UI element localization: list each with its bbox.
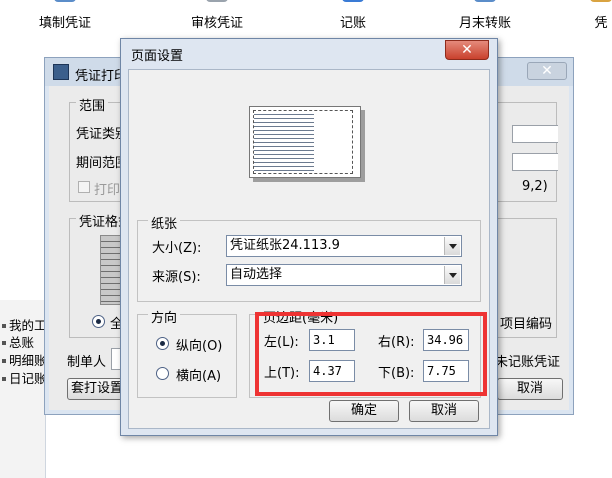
page-preview [249, 106, 361, 178]
paper-legend: 纸张 [148, 213, 181, 232]
paper-size-value: 凭证纸张24.113.9 [230, 238, 340, 253]
orientation-group: 方向 纵向(O) 横向(A) [137, 307, 237, 398]
paper-group: 纸张 大小(Z): 凭证纸张24.113.9 来源(S): 自动选择 [137, 213, 481, 302]
audit-voucher-icon [206, 0, 228, 2]
orientation-legend: 方向 [148, 307, 181, 326]
left-margin-label: 左(L): [264, 335, 299, 350]
top-margin-label: 上(T): [264, 366, 300, 381]
preparer-label: 制单人 [67, 355, 107, 370]
paper-size-select[interactable]: 凭证纸张24.113.9 [226, 235, 462, 257]
period-paren-text: 9,2) [522, 179, 548, 194]
toolbar-post-label: 记账 [339, 16, 366, 31]
close-icon[interactable]: ✕ [445, 40, 489, 60]
paper-source-value: 自动选择 [230, 267, 283, 282]
nav-item-general-ledger[interactable]: 总账 [0, 332, 46, 350]
chevron-down-icon[interactable] [444, 266, 460, 284]
period-range-field[interactable] [512, 153, 558, 171]
range-legend: 范围 [76, 95, 109, 114]
toolbar-month-end-transfer[interactable]: 月末转账 [448, 0, 522, 34]
ok-button[interactable]: 确定 [329, 400, 399, 422]
template-settings-button[interactable]: 套打设置 [67, 378, 127, 400]
page-setup-dialog: 页面设置 ✕ 纸张 大小(Z): 凭证纸张24.113.9 来源(S): 自动选… [120, 38, 498, 436]
post-icon [342, 0, 364, 2]
bullet-icon [2, 358, 6, 363]
paper-source-select[interactable]: 自动选择 [226, 264, 462, 286]
toolbar-voucher[interactable]: 凭 [590, 0, 612, 34]
nav-item-my-work[interactable]: 我的工 [0, 315, 46, 333]
source-label: 来源(S): [152, 270, 201, 285]
bullet-icon [2, 323, 6, 328]
margins-highlight [255, 312, 487, 396]
main-toolbar: 填制凭证 审核凭证 记账 月末转账 凭 [0, 0, 612, 34]
top-margin-input[interactable]: 4.37 [309, 360, 355, 382]
left-margin-input[interactable]: 3.1 [309, 329, 355, 351]
nav-item-journal[interactable]: 日记账 [0, 368, 46, 386]
landscape-label: 横向(A) [176, 369, 222, 384]
preview-text-lines-icon [253, 110, 353, 174]
month-end-transfer-icon [474, 0, 496, 2]
bg-cancel-button[interactable]: 取消 [497, 378, 563, 400]
voucher-icon [590, 0, 612, 2]
chevron-down-icon[interactable] [444, 237, 460, 255]
unposted-label: 未记账凭证 [495, 355, 561, 370]
print-checkbox-label: 打印 [94, 183, 121, 198]
bottom-margin-input[interactable]: 7.75 [423, 360, 469, 382]
toolbar-fill-voucher-label: 填制凭证 [38, 16, 91, 31]
landscape-radio[interactable] [156, 367, 169, 380]
close-icon[interactable]: ✕ [527, 62, 567, 80]
item-code-label: 项目编码 [500, 317, 553, 332]
right-margin-label: 右(R): [378, 335, 415, 350]
nav-item-detail-ledger[interactable]: 明细账 [0, 350, 46, 368]
portrait-label: 纵向(O) [176, 339, 223, 354]
fill-voucher-icon [54, 0, 76, 2]
toolbar-post[interactable]: 记账 [333, 0, 373, 34]
left-nav: 我的工 总账 明细账 日记账 [0, 300, 46, 478]
bottom-margin-label: 下(B): [378, 366, 415, 381]
toolbar-audit-voucher-label: 审核凭证 [190, 16, 243, 31]
cancel-button[interactable]: 取消 [409, 400, 479, 422]
print-checkbox[interactable] [78, 181, 90, 193]
toolbar-fill-voucher[interactable]: 填制凭证 [28, 0, 102, 34]
right-margin-input[interactable]: 34.96 [423, 329, 469, 351]
toolbar-month-end-transfer-label: 月末转账 [458, 16, 511, 31]
voucher-type-field[interactable] [512, 125, 558, 143]
portrait-radio[interactable] [156, 337, 169, 350]
radio-all[interactable] [92, 315, 105, 328]
app-icon [53, 64, 69, 80]
toolbar-audit-voucher[interactable]: 审核凭证 [180, 0, 254, 34]
toolbar-voucher-label: 凭 [594, 16, 608, 31]
size-label: 大小(Z): [152, 241, 202, 256]
page-setup-title: 页面设置 [131, 49, 184, 64]
page-setup-body: 纸张 大小(Z): 凭证纸张24.113.9 来源(S): 自动选择 方向 纵向… [128, 69, 490, 429]
bullet-icon [2, 376, 6, 381]
bullet-icon [2, 340, 6, 345]
